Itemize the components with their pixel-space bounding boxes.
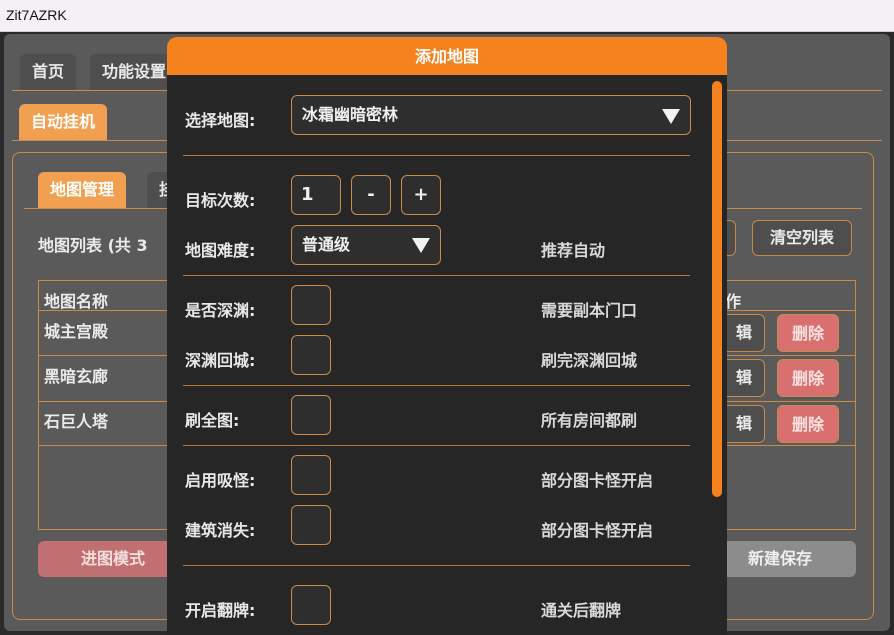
enter-map-mode-button[interactable]: 进图模式	[38, 541, 188, 577]
abyss-checkbox[interactable]	[291, 285, 331, 325]
absorb-label: 启用吸怪:	[185, 471, 256, 490]
tab-map-management[interactable]: 地图管理	[38, 172, 127, 208]
section-divider	[183, 275, 690, 276]
abyss-label: 是否深渊:	[185, 301, 256, 320]
target-count-label: 目标次数:	[185, 191, 256, 210]
select-map-dropdown[interactable]: 冰霜幽暗密林	[291, 95, 691, 135]
decrement-button[interactable]: -	[351, 175, 391, 215]
building-vanish-label: 建筑消失:	[185, 521, 256, 540]
flip-card-hint: 通关后翻牌	[541, 601, 622, 620]
difficulty-dropdown[interactable]: 普通级	[291, 225, 441, 265]
row-map-name: 城主宫殿	[44, 322, 109, 341]
column-header-actions: 作	[725, 292, 742, 311]
select-map-value: 冰霜幽暗密林	[302, 105, 399, 124]
flip-card-checkbox[interactable]	[291, 585, 331, 625]
dialog-title: 添加地图	[167, 37, 727, 75]
abyss-return-hint: 刷完深渊回城	[541, 351, 638, 370]
row-map-name: 黑暗玄廊	[44, 367, 109, 386]
flip-card-label: 开启翻牌:	[185, 601, 256, 620]
delete-button[interactable]: 删除	[777, 405, 839, 443]
select-map-label: 选择地图:	[185, 111, 256, 130]
full-map-label: 刷全图:	[185, 411, 240, 430]
map-list-summary: 地图列表 (共 3	[38, 236, 148, 255]
difficulty-value: 普通级	[302, 235, 351, 254]
section-divider	[183, 565, 690, 566]
tab-home[interactable]: 首页	[20, 54, 77, 90]
full-map-checkbox[interactable]	[291, 395, 331, 435]
delete-button[interactable]: 删除	[777, 314, 839, 352]
building-vanish-checkbox[interactable]	[291, 505, 331, 545]
dropdown-arrow-icon	[412, 238, 430, 253]
full-map-hint: 所有房间都刷	[541, 411, 638, 430]
delete-button[interactable]: 删除	[777, 359, 839, 397]
dropdown-arrow-icon	[662, 109, 680, 124]
abyss-hint: 需要副本门口	[541, 301, 638, 320]
building-vanish-hint: 部分图卡怪开启	[541, 521, 654, 540]
clear-list-button[interactable]: 清空列表	[752, 220, 852, 256]
increment-button[interactable]: +	[401, 175, 441, 215]
row-map-name: 石巨人塔	[44, 412, 109, 431]
abyss-return-label: 深渊回城:	[185, 351, 256, 370]
target-count-input[interactable]: 1	[291, 175, 341, 215]
window-title: Zit7AZRK	[6, 7, 67, 23]
difficulty-label: 地图难度:	[185, 241, 256, 260]
window-titlebar: Zit7AZRK	[0, 0, 894, 32]
tab-auto-idle[interactable]: 自动挂机	[19, 104, 108, 140]
tab-settings[interactable]: 功能设置	[90, 54, 179, 90]
section-divider	[183, 155, 690, 156]
difficulty-hint: 推荐自动	[541, 241, 606, 260]
section-divider	[183, 445, 690, 446]
column-header-name: 地图名称	[44, 292, 109, 311]
section-divider	[183, 385, 690, 386]
absorb-hint: 部分图卡怪开启	[541, 471, 654, 490]
dialog-scrollbar[interactable]	[712, 81, 722, 497]
absorb-checkbox[interactable]	[291, 455, 331, 495]
abyss-return-checkbox[interactable]	[291, 335, 331, 375]
add-map-dialog: 添加地图 选择地图: 冰霜幽暗密林 目标次数: 1 - + 地图难度: 普通级 …	[167, 37, 727, 635]
